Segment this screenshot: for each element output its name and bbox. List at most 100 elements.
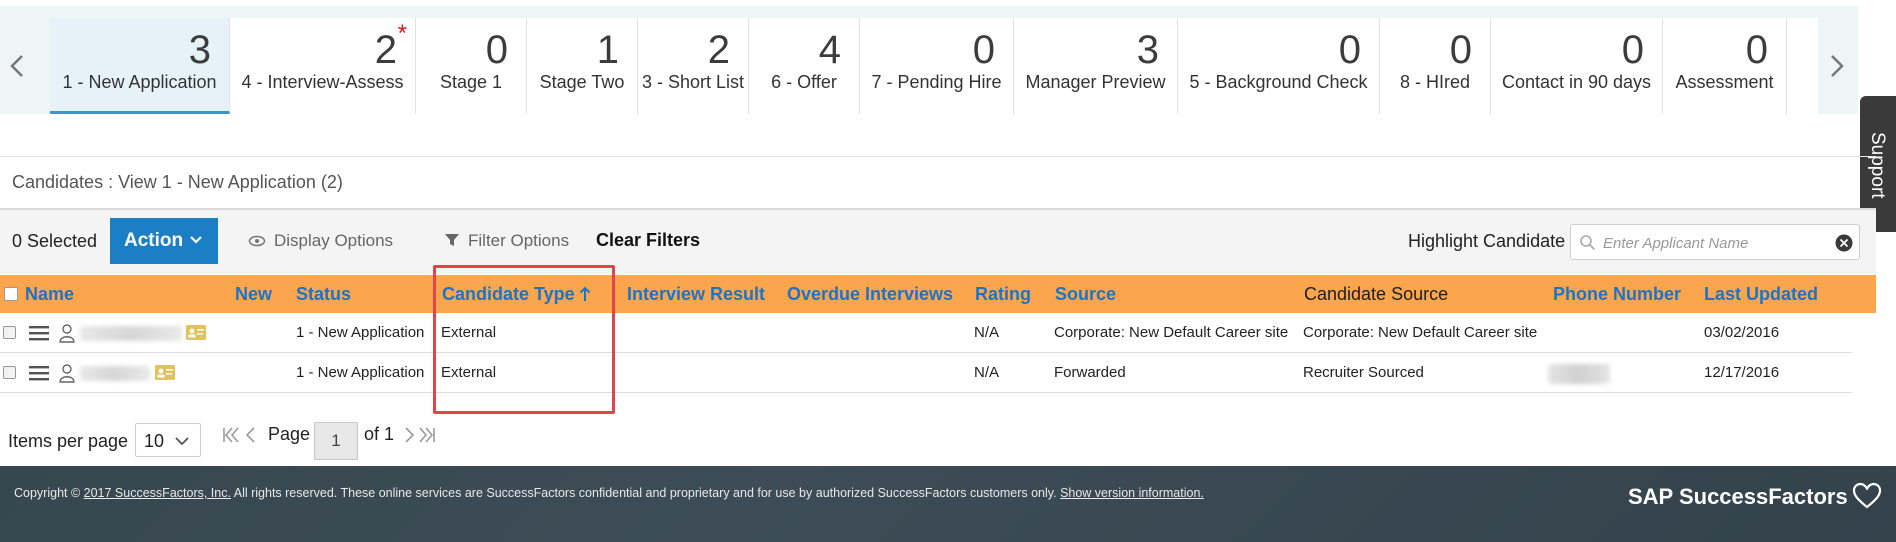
stage-count: 0 [485,28,508,72]
filter-icon [445,234,459,246]
menu-icon[interactable] [29,325,49,341]
phone-number-redacted [1548,364,1610,384]
copyright-text: All rights reserved. These online servic… [230,486,1061,500]
page-label: Page [268,424,311,444]
sort-ascending-icon [579,286,590,301]
table-row: 1 - New Application External N/A Corpora… [0,313,1852,353]
chevron-right-icon [1831,55,1844,77]
column-source[interactable]: Source [1055,275,1116,313]
column-candidate-type-label: Candidate Type [442,284,575,304]
view-title: Candidates : View 1 - New Application (2… [12,172,343,192]
clear-search-icon[interactable] [1835,234,1853,252]
menu-icon[interactable] [29,365,49,381]
stage-label: 7 - Pending Hire [871,72,1002,92]
stage-count: 2 [374,28,397,72]
candidate-type-cell: External [441,324,497,341]
action-button[interactable]: Action [110,218,218,264]
candidate-name-redacted[interactable] [80,326,182,341]
candidate-name-redacted[interactable] [80,366,150,381]
stage-tab[interactable]: 0 Contact in 90 days [1491,18,1663,114]
items-per-page-value: 10 [144,431,165,451]
stage-count: 3 [188,28,211,72]
last-page-icon[interactable] [416,424,438,446]
eye-icon [248,235,266,247]
row-checkbox[interactable] [3,326,16,339]
stage-label: 1 - New Application [62,72,217,92]
stage-tab[interactable]: 08 - HIred [1380,18,1491,114]
applicant-search [1570,224,1860,260]
copyright-prefix: Copyright © [14,486,84,500]
source-cell: Forwarded [1054,364,1126,381]
stage-count: 0 [1338,28,1361,72]
current-page-input[interactable]: 1 [314,422,358,460]
column-phone-number[interactable]: Phone Number [1553,275,1681,313]
column-interview-result[interactable]: Interview Result [627,275,765,313]
toolbar: 0 Selected Action Display Options Filter… [0,208,1876,274]
stage-count: 0 [1621,28,1644,72]
show-version-link[interactable]: Show version information. [1060,486,1204,500]
display-options-button[interactable]: Display Options [248,231,393,251]
stage-count: 1 [596,28,619,72]
stage-tabs: 31 - New Application 2 * 4 - Interview-Ass… [50,18,1818,114]
stage-tab[interactable]: 2 * 4 - Interview-Assess [230,18,416,114]
filter-options-button[interactable]: Filter Options [444,231,569,251]
stage-count: 0 [972,28,995,72]
heart-icon [1852,482,1881,509]
stage-count: 3 [1136,28,1159,72]
contact-card-icon[interactable] [155,365,175,380]
chevron-left-icon [10,55,23,77]
row-checkbox[interactable] [3,366,16,379]
scroll-left-button[interactable] [4,46,28,86]
first-page-icon[interactable] [220,424,242,446]
chevron-down-icon [190,236,202,244]
stage-label: 4 - Interview-Assess [241,72,404,92]
stage-label: Contact in 90 days [1501,72,1652,92]
stage-tab[interactable]: 46 - Offer [749,18,860,114]
footer: Copyright © 2017 SuccessFactors, Inc. Al… [0,466,1896,542]
filter-options-label: Filter Options [468,231,570,250]
stage-label: 3 - Short List [641,72,745,92]
divider [0,156,1876,157]
status-cell: 1 - New Application [296,324,425,341]
column-overdue-interviews[interactable]: Overdue Interviews [787,275,953,313]
stage-label: 5 - Background Check [1189,72,1368,92]
company-link[interactable]: 2017 SuccessFactors, Inc. [84,486,231,500]
column-name[interactable]: Name [25,275,74,313]
stage-tab[interactable]: 0 Assessment [1663,18,1787,114]
stage-count: 4 [818,28,841,72]
stage-tab[interactable]: 07 - Pending Hire [860,18,1014,114]
table-row: 1 - New Application External N/A Forward… [0,353,1852,393]
stage-label: 8 - HIred [1399,72,1471,92]
column-new[interactable]: New [235,275,272,313]
brand-logo: SAP SuccessFactors [1628,482,1882,510]
stage-label: Assessment [1675,72,1774,92]
applicant-name-input[interactable] [1603,230,1823,256]
contact-card-icon[interactable] [186,325,206,340]
stage-tab[interactable]: 23 - Short List [638,18,749,114]
person-icon [59,324,75,343]
select-all-checkbox[interactable] [4,287,18,301]
stage-label: 6 - Offer [771,72,837,92]
page-total: of 1 [364,424,395,444]
candidate-source-cell: Recruiter Sourced [1303,364,1424,381]
action-label: Action [124,230,184,251]
items-per-page-select[interactable]: 10 [135,423,201,457]
column-candidate-type[interactable]: Candidate Type [442,275,591,313]
column-last-updated[interactable]: Last Updated [1704,275,1818,313]
person-icon [59,364,75,383]
stage-tab[interactable]: 31 - New Application [50,18,230,114]
rating-cell: N/A [974,364,1000,381]
column-status[interactable]: Status [296,275,351,313]
stage-tab[interactable]: 05 - Background Check [1178,18,1380,114]
items-per-page-label: Items per page [8,431,129,451]
display-options-label: Display Options [274,231,394,250]
stage-label: Stage Two [539,72,625,92]
stage-tab[interactable]: 3 Manager Preview [1014,18,1178,114]
clear-filters-button[interactable]: Clear Filters [596,230,700,251]
stage-strip: 31 - New Application 2 * 4 - Interview-Ass… [0,6,1858,114]
stage-tab[interactable]: 0 Stage 1 [416,18,527,114]
column-rating[interactable]: Rating [975,275,1031,313]
scroll-right-button[interactable] [1826,46,1850,86]
previous-page-icon[interactable] [240,424,262,446]
stage-tab[interactable]: 1 Stage Two [527,18,638,114]
